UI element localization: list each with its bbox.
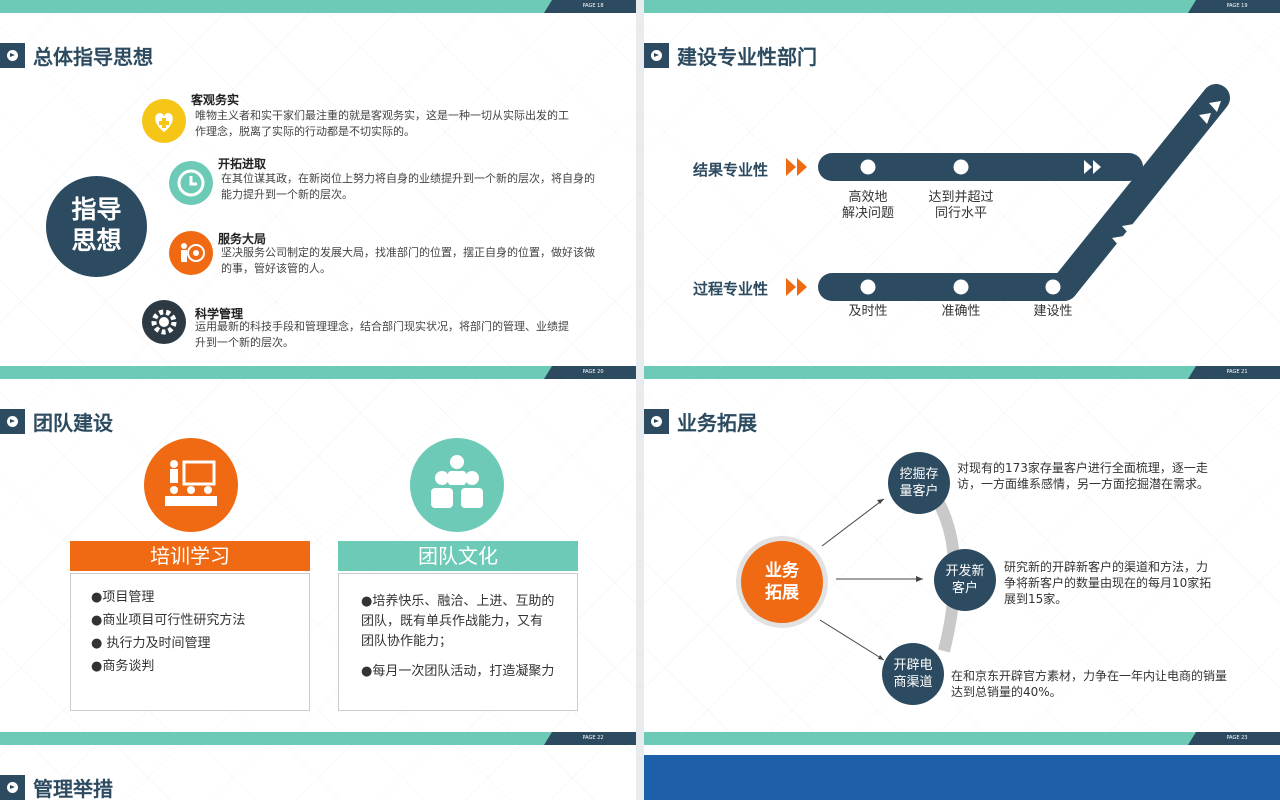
list-item: ●商务谈判: [91, 659, 155, 674]
point-label: 及时性: [848, 304, 888, 319]
top-bar: PAGE 23: [644, 732, 1280, 745]
center-text-2: 思想: [71, 226, 122, 255]
page-number: PAGE 23: [1188, 732, 1280, 745]
node-desc: 对现有的173家存量客户进行全面梳理，逐一走访，一方面维系感情，另一方面挖掘潜在…: [957, 461, 1210, 491]
node-bubble: 开发新 客户: [934, 549, 996, 611]
item-title: 开拓进取: [218, 157, 267, 171]
point-label: 高效地 解决问题: [841, 190, 894, 221]
node-bubble: 开辟电 商渠道: [882, 643, 944, 705]
clock-icon: [169, 161, 213, 205]
node-bubble: 挖掘存 量客户: [888, 452, 950, 514]
arrow-icon: [0, 775, 25, 800]
list-item: ●每月一次团队活动，打造凝聚力: [361, 664, 555, 679]
culture-heading: 团队文化: [338, 541, 578, 571]
top-bar: PAGE 20: [0, 366, 636, 379]
point-label: 建设性: [1033, 304, 1073, 319]
row-label-result: 结果专业性: [693, 161, 769, 179]
slide-23[interactable]: [644, 755, 1280, 800]
center-text: 业务 拓展: [765, 561, 799, 603]
training-list: ●项目管理 ●商业项目可行性研究方法 ● 执行力及时间管理 ●商务谈判: [70, 573, 310, 711]
heart-plus-icon: [142, 99, 186, 143]
training-icon: [144, 438, 238, 532]
slide-19[interactable]: PAGE 19 建设专业性部门 结果专业性 过程专业性 高效地 解决问题 达到并…: [644, 0, 1280, 366]
list-item: ●商业项目可行性研究方法: [91, 613, 246, 628]
item-desc: 坚决服务公司制定的发展大局，找准部门的位置，摆正自身的位置，做好该做的事，管好该…: [221, 246, 595, 275]
slide-title: 管理举措: [33, 777, 113, 800]
row-label-process: 过程专业性: [693, 280, 769, 298]
item-desc: 在其位谋其政，在新岗位上努力将自身的业绩提升到一个新的层次，将自身的能力提升到一…: [221, 172, 595, 201]
center-circle: 指导 思想: [46, 176, 147, 277]
list-item: ●项目管理: [91, 590, 155, 605]
center-text-1: 指导: [71, 195, 122, 224]
slide-title: 总体指导思想: [33, 45, 153, 69]
top-bar: PAGE 18: [0, 0, 636, 13]
page-number: PAGE 22: [544, 732, 636, 745]
arrow-icon: [0, 409, 25, 434]
slide-21[interactable]: PAGE 21 业务拓展 业务 拓展 挖掘存 量客户 开发新 客户 开辟电 商渠道…: [644, 366, 1280, 732]
slide-title: 团队建设: [33, 411, 113, 435]
point-label: 准确性: [941, 304, 981, 319]
node-desc: 在和京东开辟官方素材，力争在一年内让电商的销量达到总销量的40%。: [951, 669, 1228, 699]
training-heading: 培训学习: [70, 541, 310, 571]
item-title: 客观务实: [191, 93, 240, 107]
slide-23-top: PAGE 23: [644, 732, 1280, 755]
page-number: PAGE 20: [544, 366, 636, 379]
culture-list: ●培养快乐、融洽、上进、互助的团队，既有单兵作战能力，又有团队协作能力； ●每月…: [338, 573, 578, 711]
target-person-icon: [169, 231, 213, 275]
slide-22[interactable]: PAGE 22 管理举措: [0, 732, 636, 800]
slide-18[interactable]: PAGE 18 总体指导思想 指导 思想 客观务实 唯物主义者和实干家们最注重的就…: [0, 0, 636, 366]
center-bubble: 业务 拓展: [736, 536, 828, 628]
team-icon: [410, 438, 504, 532]
list-item: ● 执行力及时间管理: [91, 636, 211, 651]
top-bar: PAGE 22: [0, 732, 636, 745]
gear-icon: [142, 300, 186, 344]
arrow-icon: [0, 43, 25, 68]
point-label: 达到并超过 同行水平: [928, 190, 994, 221]
item-desc: 运用最新的科技手段和管理理念，结合部门现实状况，将部门的管理、业绩提升到一个新的…: [195, 320, 569, 349]
node-desc: 研究新的开辟新客户的渠道和方法，力争将新客户的数量由现在的每月10家拓展到15家…: [1004, 560, 1212, 606]
slide-20[interactable]: PAGE 20 团队建设 培训学习 团队文化 ●项目管理 ●商业项目可行性研究方…: [0, 366, 636, 732]
item-desc: 唯物主义者和实干家们最注重的就是客观务实，这是一种一切从实际出发的工作理念，脱离…: [195, 109, 569, 138]
page-number: PAGE 18: [544, 0, 636, 13]
list-item: ●培养快乐、融洽、上进、互助的团队，既有单兵作战能力，又有团队协作能力；: [361, 594, 555, 649]
